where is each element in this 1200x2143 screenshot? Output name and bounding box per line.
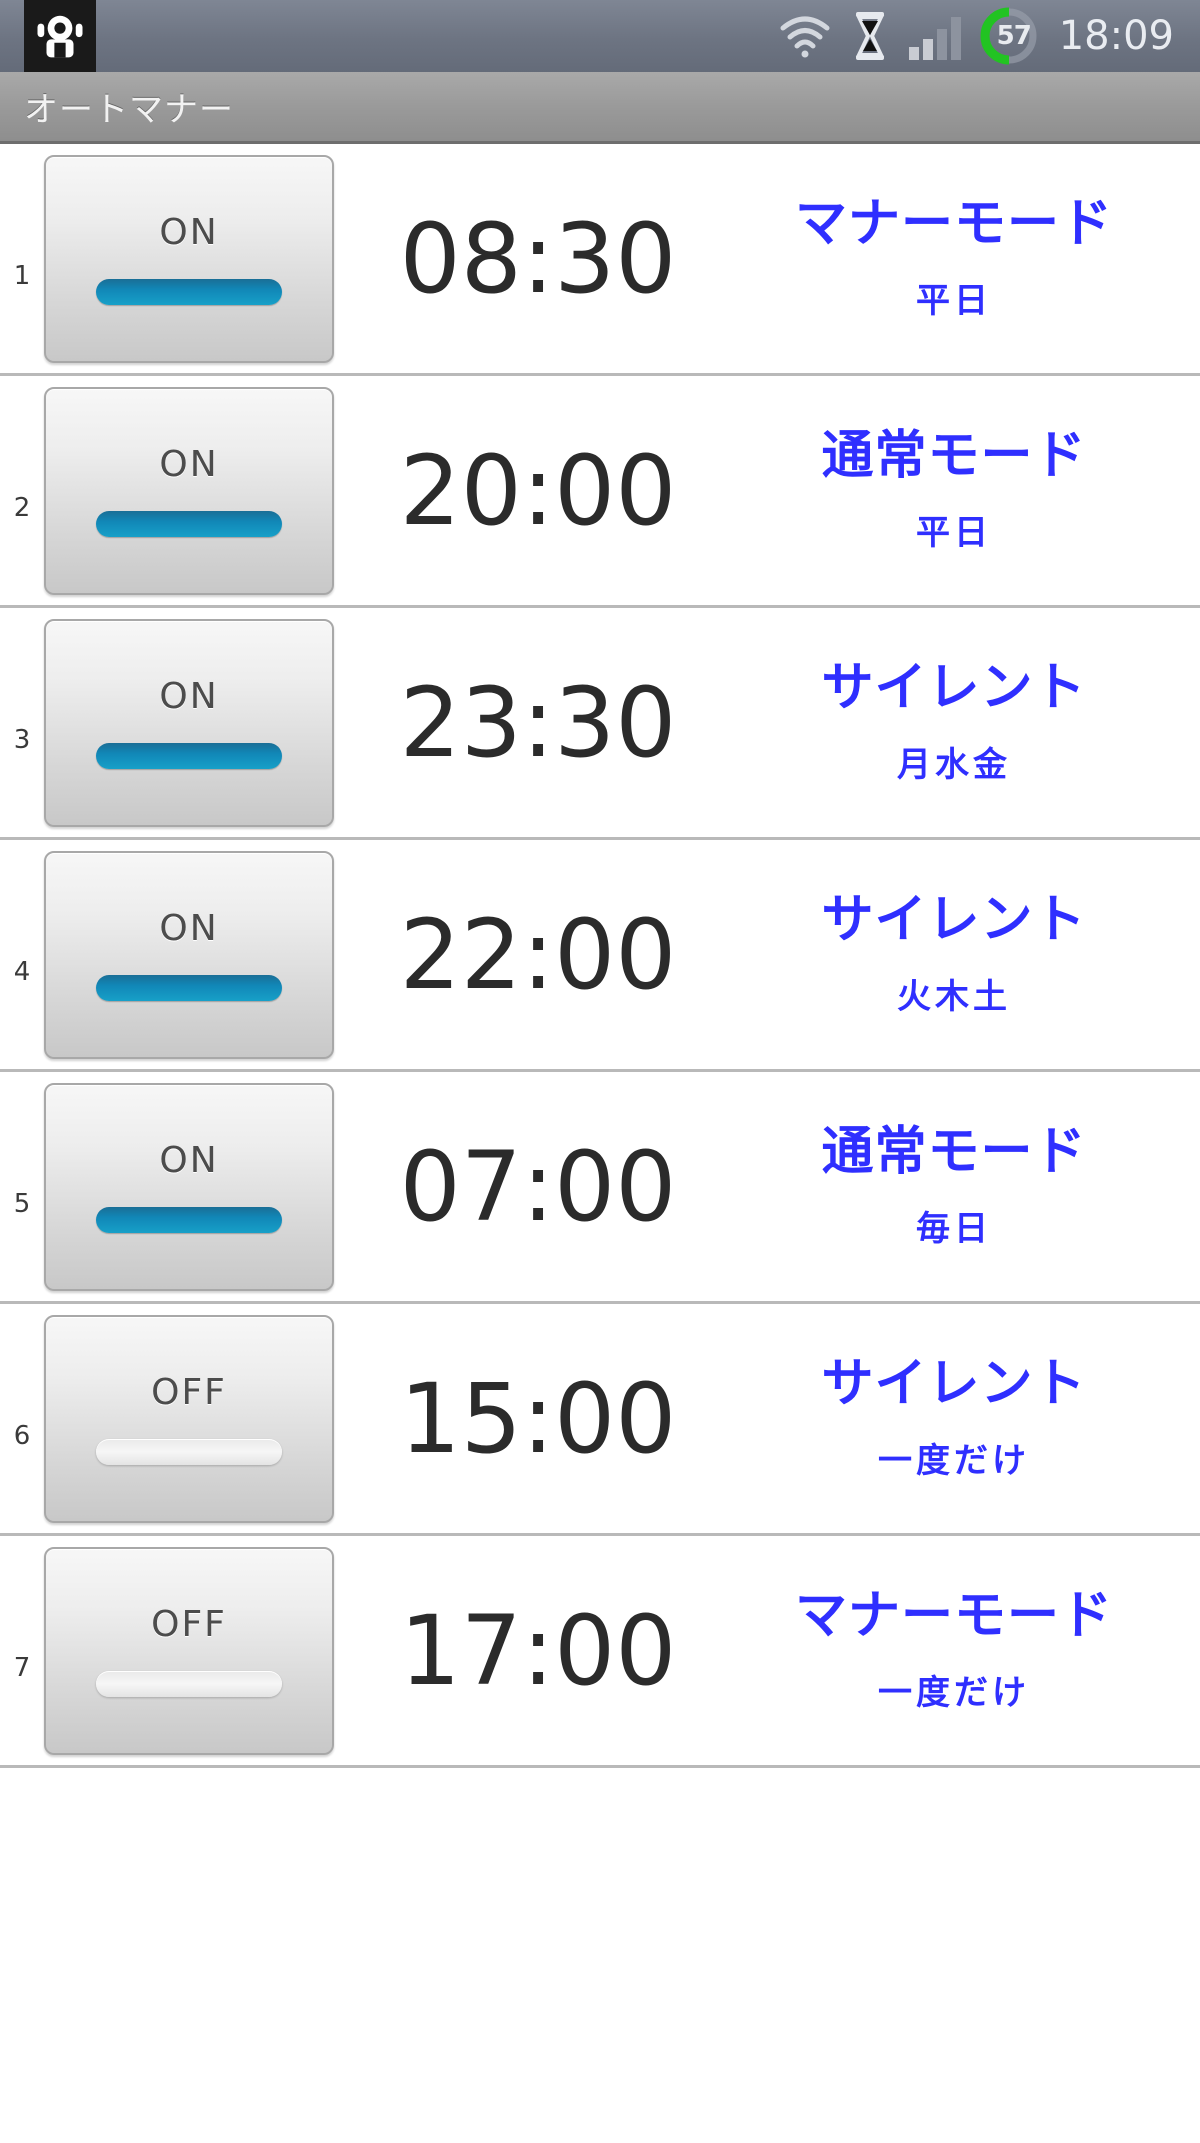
row-time-label: 22:00 — [334, 899, 724, 1011]
schedule-row[interactable]: 7OFF17:00マナーモード一度だけ — [0, 1536, 1200, 1768]
row-info: 通常モード毎日 — [724, 1123, 1200, 1250]
toggle-indicator-bar — [96, 1207, 282, 1233]
row-index-label: 6 — [0, 1387, 44, 1451]
toggle-indicator-bar — [96, 975, 282, 1001]
row-info: サイレント一度だけ — [724, 1355, 1200, 1482]
row-info: マナーモード一度だけ — [724, 1587, 1200, 1714]
row-index-label: 5 — [0, 1155, 44, 1219]
status-clock: 18:09 — [1053, 13, 1186, 59]
schedule-row[interactable]: 4ON22:00サイレント火木土 — [0, 840, 1200, 1072]
row-index-label: 4 — [0, 923, 44, 987]
row-enable-toggle[interactable]: ON — [44, 851, 334, 1059]
toggle-state-label: OFF — [151, 1604, 227, 1645]
row-time-label: 08:30 — [334, 203, 724, 315]
row-time-label: 20:00 — [334, 435, 724, 547]
row-mode-label: サイレント — [821, 659, 1086, 719]
schedule-row[interactable]: 6OFF15:00サイレント一度だけ — [0, 1304, 1200, 1536]
row-time-label: 17:00 — [334, 1595, 724, 1707]
row-mode-label: サイレント — [821, 891, 1086, 951]
row-mode-label: サイレント — [821, 1355, 1086, 1415]
row-mode-label: 通常モード — [821, 427, 1086, 487]
row-time-label: 07:00 — [334, 1131, 724, 1243]
schedule-row[interactable]: 3ON23:30サイレント月水金 — [0, 608, 1200, 840]
row-info: マナーモード平日 — [724, 195, 1200, 322]
row-enable-toggle[interactable]: ON — [44, 155, 334, 363]
notification-app-icon — [24, 0, 96, 72]
row-info: サイレント火木土 — [724, 891, 1200, 1018]
toggle-indicator-bar — [96, 279, 282, 305]
app-robot-icon — [33, 9, 87, 63]
row-enable-toggle[interactable]: OFF — [44, 1315, 334, 1523]
schedule-list: 1ON08:30マナーモード平日2ON20:00通常モード平日3ON23:30サ… — [0, 144, 1200, 1768]
toggle-state-label: ON — [159, 908, 218, 949]
vibrate-hourglass-icon — [847, 10, 893, 62]
app-title-bar: オートマナー — [0, 72, 1200, 144]
toggle-state-label: OFF — [151, 1372, 227, 1413]
row-time-label: 15:00 — [334, 1363, 724, 1475]
toggle-indicator-bar — [96, 1671, 282, 1697]
wifi-icon — [777, 12, 833, 60]
schedule-row[interactable]: 2ON20:00通常モード平日 — [0, 376, 1200, 608]
battery-indicator: 57 — [979, 7, 1039, 65]
row-index-label: 1 — [0, 227, 44, 291]
schedule-row[interactable]: 1ON08:30マナーモード平日 — [0, 144, 1200, 376]
row-enable-toggle[interactable]: OFF — [44, 1547, 334, 1755]
battery-percent-label: 57 — [979, 21, 1039, 51]
row-days-label: 平日 — [916, 505, 992, 554]
row-enable-toggle[interactable]: ON — [44, 1083, 334, 1291]
schedule-row[interactable]: 5ON07:00通常モード毎日 — [0, 1072, 1200, 1304]
row-days-label: 平日 — [916, 273, 992, 322]
list-empty-space — [0, 1768, 1200, 2122]
toggle-state-label: ON — [159, 444, 218, 485]
row-days-label: 毎日 — [916, 1201, 992, 1250]
row-days-label: 月水金 — [897, 737, 1011, 786]
toggle-indicator-bar — [96, 743, 282, 769]
toggle-state-label: ON — [159, 1140, 218, 1181]
row-info: 通常モード平日 — [724, 427, 1200, 554]
toggle-indicator-bar — [96, 511, 282, 537]
row-index-label: 2 — [0, 459, 44, 523]
row-index-label: 3 — [0, 691, 44, 755]
status-bar-icons: 57 18:09 — [777, 0, 1186, 72]
row-days-label: 火木土 — [897, 969, 1011, 1018]
row-enable-toggle[interactable]: ON — [44, 387, 334, 595]
toggle-state-label: ON — [159, 212, 218, 253]
row-index-label: 7 — [0, 1619, 44, 1683]
signal-bars-icon — [907, 11, 965, 61]
toggle-indicator-bar — [96, 1439, 282, 1465]
toggle-state-label: ON — [159, 676, 218, 717]
app-title: オートマナー — [0, 82, 234, 131]
row-days-label: 一度だけ — [878, 1665, 1030, 1714]
row-mode-label: 通常モード — [821, 1123, 1086, 1183]
row-info: サイレント月水金 — [724, 659, 1200, 786]
status-bar: 57 18:09 — [0, 0, 1200, 72]
row-days-label: 一度だけ — [878, 1433, 1030, 1482]
row-time-label: 23:30 — [334, 667, 724, 779]
row-mode-label: マナーモード — [795, 195, 1113, 255]
row-enable-toggle[interactable]: ON — [44, 619, 334, 827]
row-mode-label: マナーモード — [795, 1587, 1113, 1647]
